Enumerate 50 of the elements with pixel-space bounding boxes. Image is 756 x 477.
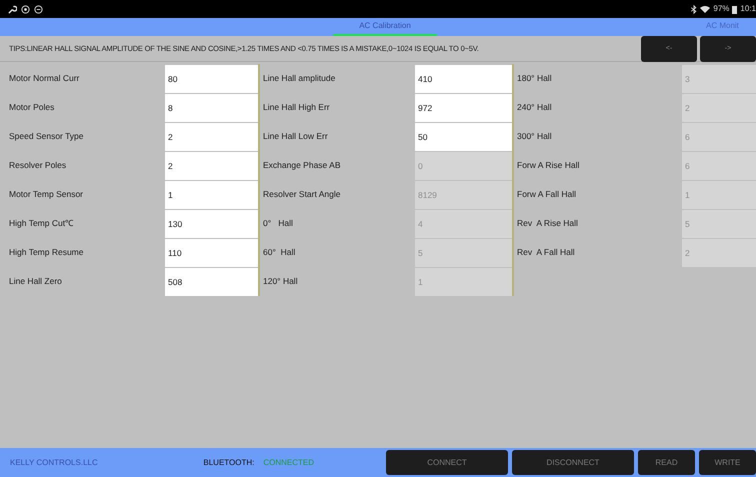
action-button[interactable]: WRITE (699, 450, 756, 475)
bluetooth-label: BLUETOOTH: (203, 456, 254, 468)
wrench-icon (8, 4, 17, 14)
action-button[interactable]: READ (638, 450, 695, 475)
target-icon (21, 4, 30, 14)
field-label: Rev A Fall Hall (516, 246, 576, 259)
field-label: Line Hall Low Err (262, 130, 329, 143)
value-field[interactable]: 410 (415, 64, 512, 92)
field-label: 60° Hall (262, 246, 296, 259)
value-field[interactable]: 110 (165, 238, 258, 266)
battery-icon (732, 4, 738, 14)
field-label: High Temp Resume (8, 246, 84, 259)
field-label: Forw A Fall Hall (516, 188, 578, 201)
value-field[interactable]: 972 (415, 94, 512, 122)
field-label: Resolver Poles (8, 159, 68, 172)
value-field[interactable]: 80 (165, 64, 258, 92)
field-label: Forw A Rise Hall (516, 159, 580, 172)
minus-circle-icon (34, 4, 43, 14)
field-label: Rev A Rise Hall (516, 217, 579, 230)
wifi-icon (700, 5, 710, 13)
bluetooth-status: CONNECTED (263, 456, 316, 468)
value-field[interactable]: 130 (165, 210, 258, 238)
field-label: Resolver Start Angle (262, 188, 342, 201)
field-label: 0° Hall (262, 217, 294, 230)
field-label: Line Hall Zero (8, 275, 63, 288)
value-field[interactable]: 1 (165, 180, 258, 208)
tab[interactable]: AC Calibration (333, 18, 437, 36)
value-field[interactable]: 2 (165, 122, 258, 150)
field-label: Line Hall High Err (262, 101, 331, 114)
field-label: 300° Hall (516, 130, 553, 143)
field-label: 120° Hall (262, 275, 299, 288)
field-label: Motor Poles (8, 101, 56, 114)
value-field[interactable]: 508 (165, 268, 258, 296)
action-button[interactable]: DISCONNECT (512, 450, 634, 475)
battery-percent: 97% (713, 3, 730, 15)
field-label: 180° Hall (516, 72, 553, 85)
field-label: Motor Temp Sensor (8, 188, 84, 201)
value-field[interactable]: 50 (415, 122, 512, 150)
value-field[interactable]: 8 (165, 94, 258, 122)
action-button[interactable]: CONNECT (386, 450, 508, 475)
field-label: 240° Hall (516, 101, 553, 114)
field-label: Speed Sensor Type (8, 130, 85, 143)
bluetooth-icon (691, 4, 698, 14)
field-label: High Temp Cut℃ (8, 217, 74, 230)
field-label: Exchange Phase AB (262, 159, 342, 172)
value-field[interactable]: 2 (165, 152, 258, 180)
field-label: Motor Normal Curr (8, 72, 80, 85)
clock-time: 10:1 (740, 3, 756, 15)
field-label: Line Hall amplitude (262, 72, 336, 85)
company-name: KELLY CONTROLS.LLC (9, 456, 99, 468)
